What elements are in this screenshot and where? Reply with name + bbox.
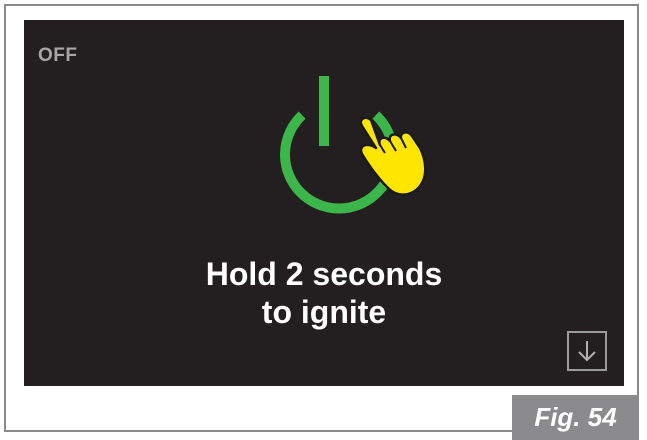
figure-caption: Fig. 54: [512, 395, 639, 440]
instruction-line-1: Hold 2 seconds: [205, 256, 443, 292]
instruction-text: Hold 2 seconds to ignite: [24, 255, 624, 331]
power-icon: [280, 76, 427, 214]
down-arrow-icon: [578, 341, 596, 362]
status-label: OFF: [38, 45, 78, 66]
instruction-line-2: to ignite: [261, 294, 387, 330]
power-button[interactable]: [254, 68, 434, 218]
pointing-hand-icon: [359, 116, 427, 196]
scroll-down-button[interactable]: [567, 331, 607, 371]
